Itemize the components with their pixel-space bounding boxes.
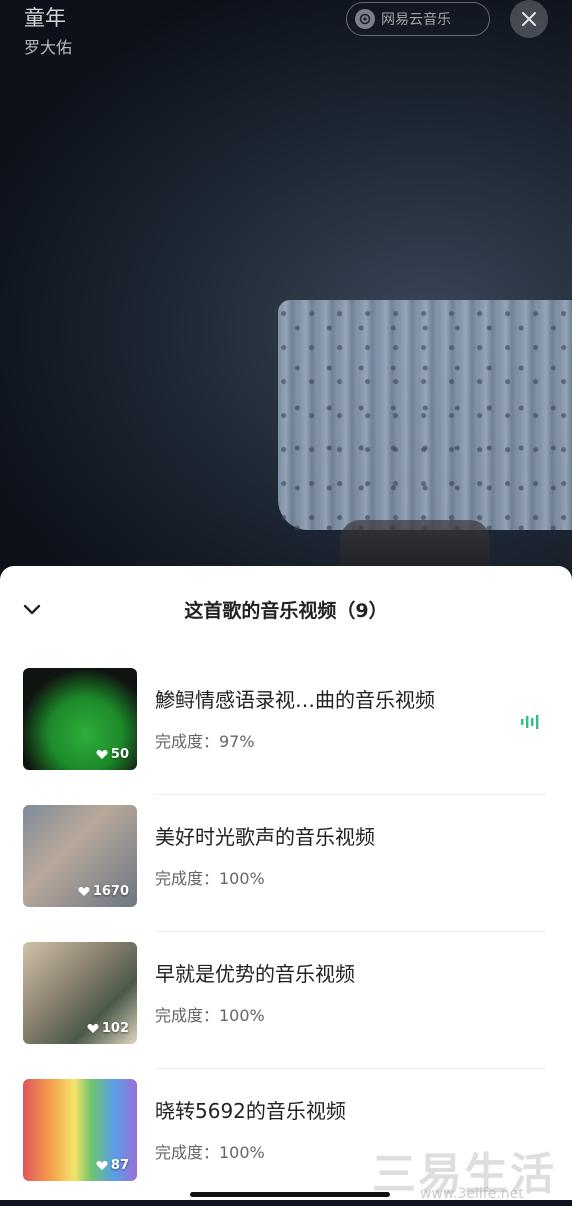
video-list: 50 鯵鲟情感语录视…曲的音乐视频 完成度：97% 1670 美好时光歌声的音乐… [0, 658, 572, 1206]
like-count: 1670 [78, 884, 129, 899]
video-title: 鯵鲟情感语录视…曲的音乐视频 [155, 688, 435, 712]
heart-icon [78, 887, 90, 896]
close-icon [522, 12, 536, 26]
video-frame-skirt [278, 300, 572, 530]
video-title: 早就是优势的音乐视频 [155, 962, 355, 986]
like-count: 50 [96, 747, 129, 762]
completion-text: 完成度：100% [155, 1006, 265, 1025]
heart-icon [87, 1024, 99, 1033]
music-video-sheet: 这首歌的音乐视频（9） 50 鯵鲟情感语录视…曲的音乐视频 完成度：97% 16… [0, 566, 572, 1200]
sheet-header: 这首歌的音乐视频（9） [0, 566, 572, 658]
sheet-title: 这首歌的音乐视频（9） [184, 600, 388, 622]
netease-logo-icon [355, 9, 375, 29]
video-thumbnail: 102 [23, 942, 137, 1044]
video-thumbnail: 87 [23, 1079, 137, 1181]
song-artist: 罗大佑 [24, 38, 73, 57]
song-title: 童年 [24, 6, 66, 30]
completion-text: 完成度：100% [155, 1143, 265, 1162]
list-item[interactable]: 1670 美好时光歌声的音乐视频 完成度：100% [0, 795, 572, 932]
close-button[interactable] [510, 0, 548, 38]
home-indicator[interactable] [190, 1192, 390, 1197]
netease-music-button[interactable]: 网易云音乐 [346, 2, 490, 36]
like-count: 87 [96, 1158, 129, 1173]
list-item[interactable]: 50 鯵鲟情感语录视…曲的音乐视频 完成度：97% [0, 658, 572, 795]
heart-icon [96, 1161, 108, 1170]
brand-label: 网易云音乐 [381, 12, 451, 28]
video-thumbnail: 50 [23, 668, 137, 770]
now-playing-icon [521, 715, 539, 729]
list-item[interactable]: 102 早就是优势的音乐视频 完成度：100% [0, 932, 572, 1069]
like-count: 102 [87, 1021, 129, 1036]
completion-text: 完成度：97% [155, 732, 255, 751]
song-info: 童年 罗大佑 [24, 4, 72, 60]
video-title: 美好时光歌声的音乐视频 [155, 825, 375, 849]
heart-icon [96, 750, 108, 759]
completion-text: 完成度：100% [155, 869, 265, 888]
video-backdrop[interactable] [0, 0, 572, 600]
video-thumbnail: 1670 [23, 805, 137, 907]
video-title: 晓转5692的音乐视频 [155, 1099, 346, 1123]
